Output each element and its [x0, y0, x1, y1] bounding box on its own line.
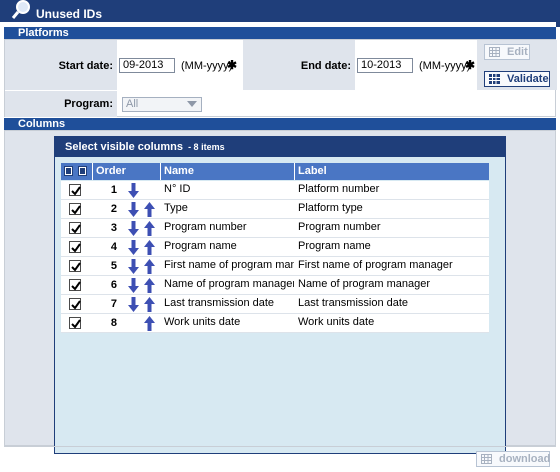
visible-checkbox[interactable] — [69, 260, 81, 272]
order-number: 6 — [110, 279, 117, 291]
move-up-arrow-icon[interactable] — [144, 316, 155, 331]
table-row[interactable]: 8 Work units date Work units date — [61, 314, 489, 333]
edit-button[interactable]: Edit — [484, 44, 530, 60]
move-up-arrow-icon[interactable] — [144, 202, 155, 217]
dialog-title: Select visible columns — [65, 141, 183, 153]
start-date-label: Start date: — [58, 60, 113, 72]
column-label-cell: Name of program manager — [298, 278, 431, 290]
start-date-format-hint: (MM-yyyy) — [181, 60, 233, 72]
column-name-cell: Work units date — [164, 316, 241, 328]
move-down-arrow-icon[interactable] — [128, 202, 139, 217]
section-header-platforms: Platforms — [4, 27, 556, 39]
validate-button[interactable]: Validate — [484, 71, 550, 87]
download-button[interactable]: download — [476, 451, 550, 467]
column-name-cell: Program number — [164, 221, 247, 233]
table-row[interactable]: 6 Name of program manager Name of program … — [61, 276, 489, 295]
order-number: 1 — [110, 184, 117, 196]
visible-checkbox[interactable] — [69, 241, 81, 253]
table-icon — [489, 74, 500, 84]
visible-checkbox[interactable] — [69, 298, 81, 310]
section-header-columns: Columns — [4, 118, 556, 130]
order-number: 3 — [110, 222, 117, 234]
program-select-value: All — [126, 98, 139, 110]
column-label-cell: Platform number — [298, 183, 380, 195]
move-down-arrow-icon[interactable] — [128, 221, 139, 236]
table-row[interactable]: 7 Last transmission date Last transmission… — [61, 295, 489, 314]
validate-button-label: Validate — [507, 73, 549, 85]
end-date-format-hint: (MM-yyyy) — [419, 60, 471, 72]
column-name-cell: Type — [164, 202, 188, 214]
move-up-arrow-icon[interactable] — [144, 297, 155, 312]
required-marker-start: ✱ — [227, 58, 238, 72]
window-title: Unused IDs — [36, 7, 103, 21]
start-date-input[interactable]: 09-2013 — [119, 58, 175, 73]
column-name-cell: Program name — [164, 240, 237, 252]
select-all-icon[interactable] — [64, 166, 73, 176]
order-number: 8 — [110, 317, 117, 329]
move-up-arrow-icon[interactable] — [144, 259, 155, 274]
move-up-arrow-icon[interactable] — [144, 278, 155, 293]
order-column-header[interactable]: Order — [93, 163, 161, 180]
visible-checkbox[interactable] — [69, 317, 81, 329]
move-down-arrow-icon[interactable] — [128, 297, 139, 312]
column-label-cell: Platform type — [298, 202, 363, 214]
column-name-cell: Name of program manager — [164, 278, 294, 290]
dialog-item-count: - 8 items — [188, 142, 225, 152]
end-date-label: End date: — [300, 60, 351, 72]
label-column-header[interactable]: Label — [295, 163, 489, 180]
deselect-all-icon[interactable] — [78, 166, 87, 176]
order-number: 5 — [110, 260, 117, 272]
program-label: Program: — [64, 98, 113, 110]
move-up-arrow-icon[interactable] — [144, 221, 155, 236]
select-columns-dialog: Select visible columns - 8 items Order N… — [54, 136, 506, 454]
dialog-header: Select visible columns - 8 items — [55, 137, 505, 157]
end-date-input[interactable]: 10-2013 — [357, 58, 413, 73]
chevron-down-icon — [187, 101, 197, 107]
order-number: 7 — [110, 298, 117, 310]
table-icon — [481, 454, 492, 464]
platforms-panel: Start date: 09-2013 (MM-yyyy) ✱ End date… — [4, 39, 557, 117]
edit-button-label: Edit — [507, 46, 528, 58]
table-row[interactable]: 5 First name of program manag First name o… — [61, 257, 489, 276]
visible-checkbox[interactable] — [69, 222, 81, 234]
move-down-arrow-icon[interactable] — [128, 240, 139, 255]
move-down-arrow-icon[interactable] — [128, 183, 139, 198]
visible-checkbox[interactable] — [69, 203, 81, 215]
visible-checkbox[interactable] — [69, 279, 81, 291]
move-down-arrow-icon[interactable] — [128, 278, 139, 293]
select-column-header — [61, 163, 93, 180]
column-label-cell: Program number — [298, 221, 381, 233]
footer-bar: download — [4, 446, 556, 468]
grid-header: Order Name Label — [61, 163, 489, 180]
move-down-arrow-icon[interactable] — [128, 259, 139, 274]
title-bar: Unused IDs — [0, 0, 560, 27]
visible-checkbox[interactable] — [69, 184, 81, 196]
download-button-label: download — [499, 453, 551, 465]
magnifier-icon — [11, 0, 30, 19]
table-row[interactable]: 1 N° ID Platform number — [61, 181, 489, 200]
move-up-arrow-icon[interactable] — [144, 240, 155, 255]
program-select[interactable]: All — [122, 97, 202, 112]
column-name-cell: Last transmission date — [164, 297, 275, 309]
required-marker-end: ✱ — [465, 58, 476, 72]
table-icon — [489, 47, 500, 57]
column-label-cell: First name of program manager — [298, 259, 453, 271]
order-number: 2 — [110, 203, 117, 215]
table-row[interactable]: 2 Type Platform type — [61, 200, 489, 219]
column-name-cell: N° ID — [164, 183, 191, 195]
name-column-header[interactable]: Name — [161, 163, 295, 180]
table-row[interactable]: 4 Program name Program name — [61, 238, 489, 257]
table-row[interactable]: 3 Program number Program number — [61, 219, 489, 238]
column-label-cell: Last transmission date — [298, 297, 409, 309]
column-label-cell: Program name — [298, 240, 371, 252]
column-name-cell: First name of program manag — [164, 259, 294, 271]
column-label-cell: Work units date — [298, 316, 375, 328]
order-number: 4 — [110, 241, 117, 253]
